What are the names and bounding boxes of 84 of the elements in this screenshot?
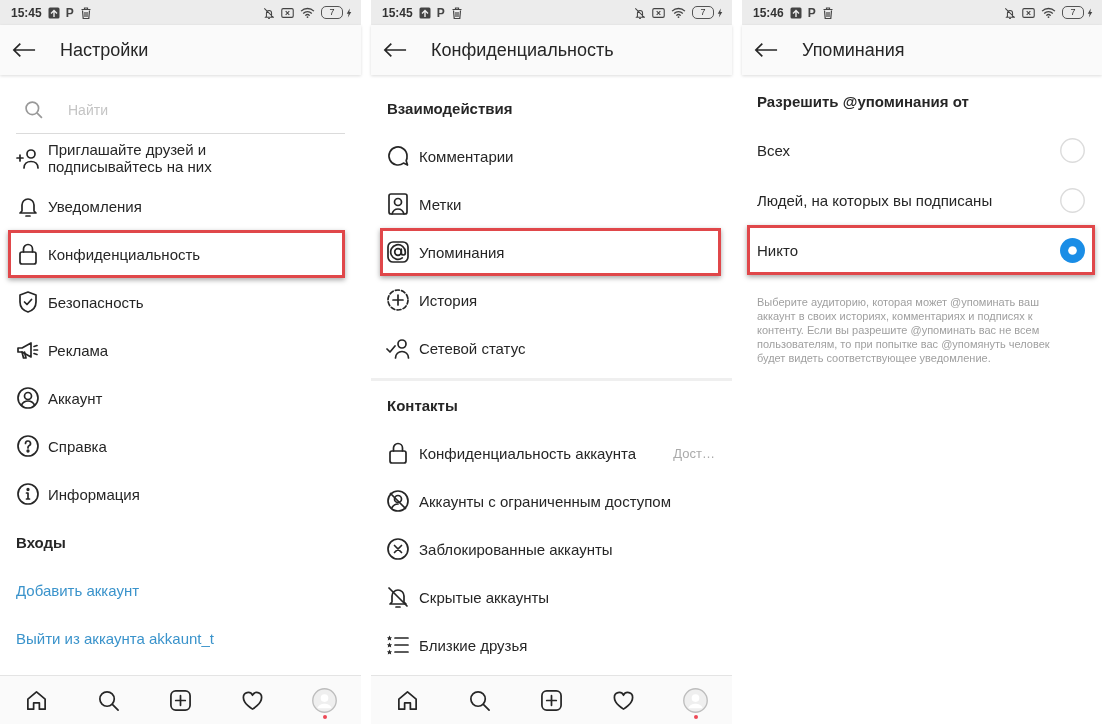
section-heading: Контакты [386,395,459,416]
menu-item[interactable]: Конфиденциальность [8,230,345,278]
help-icon [16,434,40,458]
wifi-icon [1041,7,1056,18]
home-icon[interactable] [24,688,48,712]
section-heading: Входы [15,532,67,553]
menu-item[interactable]: Аккаунт [8,374,345,422]
section-heading: Разрешить @упоминания от [756,91,970,112]
menu-item[interactable]: Уведомления [8,182,345,230]
plus-square-icon[interactable] [540,688,563,712]
trash-icon [79,6,92,19]
at-sign-icon [386,240,410,264]
menu-item[interactable]: Реклама [8,326,345,374]
battery-indicator: 7 [1062,6,1084,19]
charging-bolt-icon [1087,7,1093,18]
sim-card-x-icon [1022,7,1035,18]
arrow-up-square-icon [789,6,802,19]
status-time: 15:46 [753,5,784,20]
status-time: 15:45 [382,5,413,20]
back-arrow-icon[interactable] [383,42,407,58]
menu-item[interactable]: Метки [380,180,721,228]
lock-icon [386,441,410,465]
menu-item[interactable]: Комментарии [380,132,721,180]
radio-option[interactable]: Людей, на которых вы подписаны [747,175,1095,225]
search-icon[interactable] [96,688,120,712]
status-glyph: P [436,6,445,19]
menu-item[interactable]: Безопасность [8,278,345,326]
sim-card-x-icon [652,7,665,18]
help-text: Выберите аудиторию, которая может @упоминать ваш аккаунт в своих историях, комментариях и подписях к контенту. Если вы разрешите @упоминать вас не всем пользователям, то при попытке вас @упомянуть человек будет видеть соответствующее уведомление. [756,295,1051,365]
menu-item[interactable]: Упоминания [380,228,721,276]
search-icon[interactable] [467,688,491,712]
status-glyph: P [807,6,816,19]
star-list-icon [386,633,410,657]
bell-slash-icon [634,6,646,19]
wifi-icon [300,7,315,18]
menu-item[interactable]: Сетевой статус [380,324,721,372]
search-input[interactable]: Найти [68,97,345,122]
status-time: 15:45 [11,5,42,20]
dashed-plus-circle-icon [386,288,410,312]
menu-item[interactable]: Заблокированные аккаунты [380,525,721,573]
screen-title: Настройки [60,39,149,61]
check-person-icon [386,336,410,360]
bell-slash-icon [386,585,410,609]
charging-bolt-icon [717,7,723,18]
bell-slash-icon [1004,6,1016,19]
lock-icon [16,242,40,266]
user-circle-icon [16,386,40,410]
menu-item[interactable]: История [380,276,721,324]
trash-icon [450,6,463,19]
screen-title: Упоминания [802,39,905,61]
wifi-icon [671,7,686,18]
bell-slash-icon [263,6,275,19]
menu-item[interactable]: Близкие друзья [380,621,721,669]
screen-title: Конфиденциальность [431,39,614,61]
charging-bolt-icon [346,7,352,18]
section-heading: Взаимодействия [386,98,514,119]
menu-item[interactable]: Аккаунты с ограниченным доступом [380,477,721,525]
menu-item[interactable]: Справка [8,422,345,470]
menu-item[interactable]: Конфиденциальность аккаунта Дост… [380,429,721,477]
menu-item[interactable]: Информация [8,470,345,518]
battery-indicator: 7 [321,6,343,19]
arrow-up-square-icon [47,6,60,19]
person-slash-icon [386,489,410,513]
plus-square-icon[interactable] [169,688,192,712]
menu-item[interactable]: Скрытые аккаунты [380,573,721,621]
radio-option[interactable]: Всех [747,125,1095,175]
add-person-icon [16,146,40,170]
battery-indicator: 7 [692,6,714,19]
shield-check-icon [16,290,40,314]
comment-icon [386,144,410,168]
tag-person-icon [386,192,410,216]
x-circle-icon [386,537,410,561]
sim-card-x-icon [281,7,294,18]
back-arrow-icon[interactable] [12,42,36,58]
trash-icon [821,6,834,19]
arrow-up-square-icon [418,6,431,19]
search-icon [24,99,44,120]
setting-value: Дост… [673,444,715,462]
info-icon [16,482,40,506]
home-icon[interactable] [395,688,419,712]
radio-option[interactable]: Никто [747,225,1095,275]
status-glyph: P [65,6,74,19]
menu-item[interactable]: Приглашайте друзей и подписывайтесь на них [8,134,345,182]
back-arrow-icon[interactable] [754,42,778,58]
